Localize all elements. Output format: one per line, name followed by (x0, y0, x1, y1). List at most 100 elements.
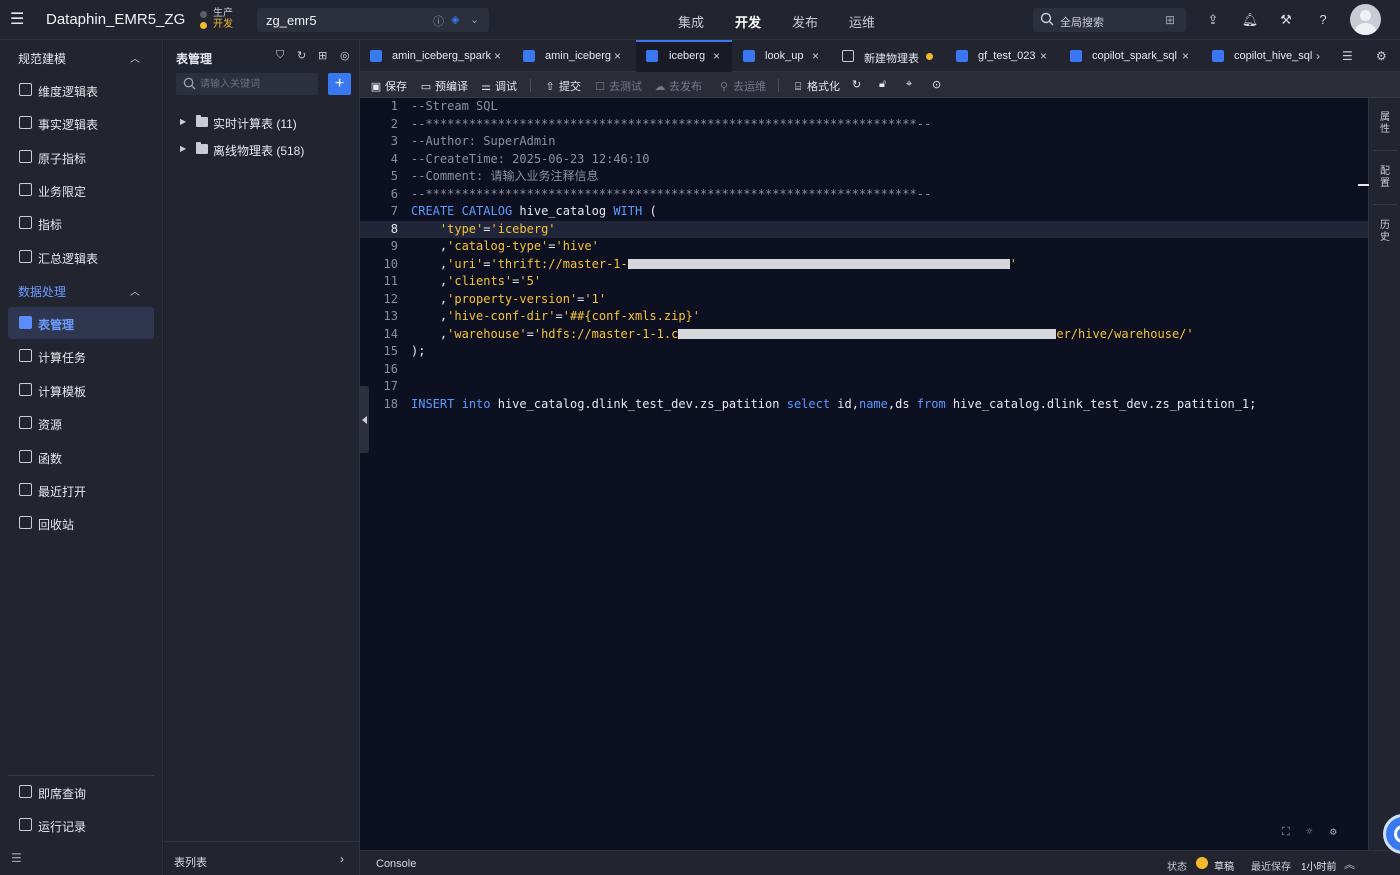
user-avatar[interactable] (1350, 4, 1381, 35)
sidebar-item-compute-task[interactable]: 计算任务 (8, 340, 154, 372)
layers-icon[interactable]: ◈ (451, 13, 459, 26)
global-search[interactable]: 全局搜索 ⊞ (1033, 8, 1186, 32)
tab-amin-iceberg-spark[interactable]: amin_iceberg_spark × (370, 40, 510, 72)
history-tab[interactable]: 历史 (1378, 220, 1392, 244)
more-options-icon[interactable]: ⊙ (932, 78, 941, 91)
tab-gf-test-023[interactable]: gf_test_023 × (956, 40, 1051, 72)
tools-icon[interactable]: ⚒ (1277, 11, 1295, 29)
caret-right-icon[interactable]: ▶ (180, 117, 186, 126)
submit-button[interactable]: ⇧ 提交 (544, 78, 581, 94)
to-publish-button[interactable]: ☁ 去发布 (654, 78, 703, 94)
to-test-button[interactable]: ☐ 去测试 (594, 78, 642, 94)
tree-node-realtime-tables[interactable]: ▶ 实时计算表 (11) (180, 112, 350, 132)
sidebar-item-resources[interactable]: 资源 (8, 407, 154, 439)
fullscreen-icon[interactable]: ⛶ (1282, 825, 1290, 839)
precompile-button[interactable]: ▭ 预编译 (420, 78, 468, 94)
tab-label: look_up (765, 50, 804, 62)
sidebar-item-label: 汇总逻辑表 (38, 252, 99, 266)
sidebar-item-atomic-metric[interactable]: 原子指标 (8, 141, 154, 173)
section-modeling[interactable]: 规范建模 ︿ (18, 50, 140, 67)
sidebar-item-table-management[interactable]: 表管理 (8, 307, 154, 339)
tab-amin-iceberg[interactable]: amin_iceberg × (523, 40, 633, 72)
properties-tab[interactable]: 属性 (1378, 112, 1392, 136)
tab-settings-icon[interactable]: ⚙ (1376, 49, 1387, 63)
project-name: zg_emr5 (266, 13, 317, 28)
tab-copilot-hive-sql[interactable]: copilot_hive_sql (1212, 40, 1312, 72)
close-icon[interactable]: × (494, 49, 501, 63)
search-history-icon[interactable]: ⊞ (1165, 13, 1175, 27)
to-ops-button[interactable]: ⚲ 去运维 (718, 78, 766, 94)
line-number: 8 (390, 221, 398, 236)
close-icon[interactable]: × (614, 49, 621, 63)
tab-list-icon[interactable]: ☰ (1342, 49, 1353, 63)
sidebar-item-recently-opened[interactable]: 最近打开 (8, 474, 154, 506)
notification-bell-icon[interactable]: 🔔︎ (1241, 11, 1259, 29)
sidebar-item-summary-logic-table[interactable]: 汇总逻辑表 (8, 241, 154, 273)
nav-publish[interactable]: 发布 (792, 12, 818, 31)
resize-handle[interactable] (1358, 184, 1369, 186)
sidebar-item-fact-logic-table[interactable]: 事实逻辑表 (8, 107, 154, 139)
sidebar-item-compute-template[interactable]: 计算模板 (8, 374, 154, 406)
format-button[interactable]: ⌸ 格式化 (792, 78, 840, 94)
chevron-up-icon[interactable]: ︿ (130, 50, 140, 65)
tree-node-offline-physical-tables[interactable]: ▶ 离线物理表 (518) (180, 139, 350, 159)
caret-right-icon[interactable]: ▶ (180, 144, 186, 153)
hamburger-menu-icon[interactable]: ☰ (10, 11, 26, 29)
close-icon[interactable]: × (812, 49, 819, 63)
project-selector[interactable]: zg_emr5 ⓘ ◈ ⌄ (257, 8, 489, 32)
add-table-button[interactable]: + (328, 73, 351, 95)
line-number: 4 (390, 151, 398, 166)
sidebar-item-adhoc-query[interactable]: 即席查询 (8, 776, 154, 808)
sidebar-item-metric[interactable]: 指标 (8, 207, 154, 239)
help-icon[interactable]: ? (1314, 11, 1332, 29)
editor-settings-icon[interactable]: ⚙ (1330, 825, 1337, 838)
config-tab[interactable]: 配置 (1378, 166, 1392, 190)
folder-icon (19, 483, 32, 496)
chevron-right-icon[interactable]: › (340, 852, 344, 866)
nav-development[interactable]: 开发 (735, 12, 761, 31)
environment-switch[interactable]: 生产 开发 (197, 7, 241, 33)
tab-iceberg[interactable]: iceberg × (636, 40, 732, 72)
flink-sql-file-icon (646, 50, 658, 62)
tab-new-physical-table[interactable]: 新建物理表 (842, 40, 937, 72)
collapse-sidebar-icon[interactable]: ☰ (11, 851, 22, 865)
toolbar-divider (778, 79, 779, 92)
refresh-icon[interactable]: ↻ (297, 49, 306, 62)
flink-sql-file-icon (956, 50, 968, 62)
nav-integration[interactable]: 集成 (678, 12, 704, 31)
tree-footer[interactable]: 表列表 › (164, 841, 360, 875)
collapse-panel-handle[interactable] (360, 386, 369, 453)
locate-icon[interactable]: ◎ (340, 49, 350, 62)
upload-icon[interactable]: ⇪ (1204, 11, 1222, 29)
sidebar-item-business-filter[interactable]: 业务限定 (8, 174, 154, 206)
sidebar-item-recycle-bin[interactable]: 回收站 (8, 507, 154, 539)
section-data-processing[interactable]: 数据处理 ︿ (18, 283, 140, 300)
chevron-down-icon[interactable]: ⌄ (470, 13, 479, 26)
expand-up-icon[interactable]: ︽ (1344, 856, 1355, 872)
tree-search-input[interactable] (200, 75, 312, 93)
close-icon[interactable]: × (1040, 49, 1047, 63)
scroll-tabs-right-icon[interactable]: › (1316, 49, 1320, 63)
sidebar-item-run-history[interactable]: 运行记录 (8, 809, 154, 841)
new-folder-icon[interactable]: ⊞ (318, 49, 327, 62)
info-icon[interactable]: ⓘ (433, 13, 444, 29)
theme-toggle-icon[interactable]: ☼ (1306, 825, 1313, 838)
sidebar-item-dimension-logic-table[interactable]: 维度逻辑表 (8, 74, 154, 106)
save-button[interactable]: ▣ 保存 (370, 78, 407, 94)
lock-icon[interactable]: 🔓︎ (879, 78, 886, 91)
location-pin-icon[interactable]: ⌖ (906, 78, 912, 91)
tab-look-up[interactable]: look_up × (743, 40, 823, 72)
close-icon[interactable]: × (713, 49, 720, 63)
compute-template-icon (19, 383, 32, 396)
refresh-icon[interactable]: ↻ (852, 78, 861, 91)
debug-button[interactable]: ⚌ 调试 (480, 78, 517, 94)
filter-icon[interactable]: ⛉ (276, 49, 284, 62)
line-number: 13 (383, 309, 398, 323)
chevron-up-icon[interactable]: ︿ (130, 283, 140, 298)
console-toggle[interactable]: Console (376, 858, 416, 870)
tab-copilot-spark-sql[interactable]: copilot_spark_sql × (1070, 40, 1195, 72)
code-editor[interactable]: 1 --Stream SQL 2 --***********************… (360, 98, 1368, 850)
close-icon[interactable]: × (1182, 49, 1189, 63)
nav-operations[interactable]: 运维 (849, 12, 875, 31)
sidebar-item-functions[interactable]: 函数 (8, 441, 154, 473)
